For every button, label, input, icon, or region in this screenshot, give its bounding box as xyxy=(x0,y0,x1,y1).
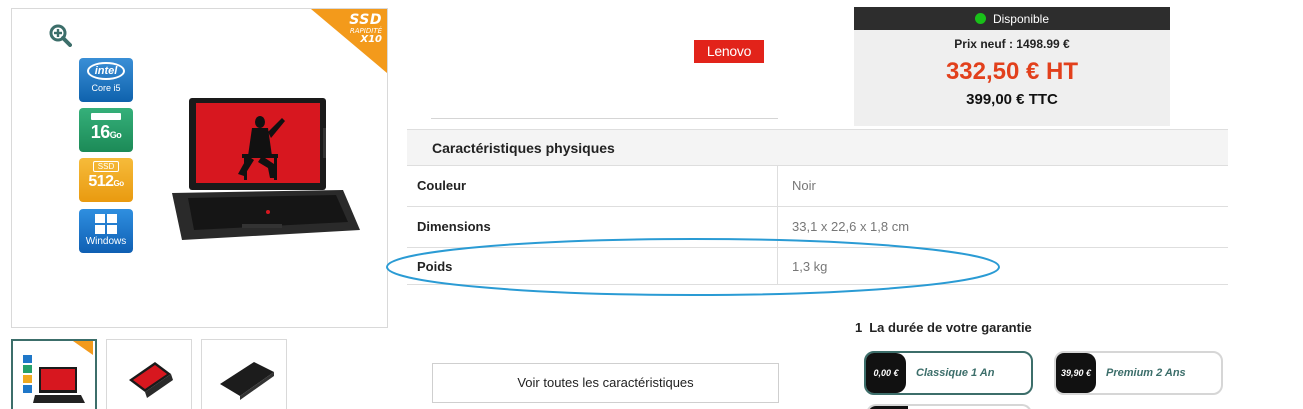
warranty-title-label: La durée de votre garantie xyxy=(869,320,1032,335)
ssd-speed-banner: SSD RAPIDITÉ X10 xyxy=(311,9,387,73)
ram-value: 16 xyxy=(90,122,111,142)
warranty-price: 0,00 € xyxy=(866,353,906,393)
spec-value: 33,1 x 22,6 x 1,8 cm xyxy=(792,219,910,234)
warranty-title: 1 La durée de votre garantie xyxy=(855,320,1032,335)
status-dot-icon xyxy=(974,13,986,24)
brand-logo[interactable]: Lenovo xyxy=(694,40,764,63)
divider xyxy=(431,118,778,119)
spec-key: Couleur xyxy=(417,178,467,193)
spec-row: Poids 1,3 kg xyxy=(407,248,1228,285)
availability-status: Disponible xyxy=(992,11,1050,26)
price-ttc: 399,00 € TTC xyxy=(966,91,1058,108)
see-all-specs-button[interactable]: Voir toutes les caractéristiques xyxy=(432,363,779,403)
ram-chip-icon xyxy=(91,113,121,120)
warranty-option-premium[interactable]: 39,90 € Premium 2 Ans xyxy=(1054,351,1223,395)
thumbnail-1[interactable] xyxy=(11,339,97,409)
zoom-icon[interactable] xyxy=(48,23,72,47)
ssd-badge: SSD 512Go xyxy=(79,158,133,202)
ram-badge: 16Go xyxy=(79,108,133,152)
price-ht: 332,50 € HT xyxy=(945,58,1079,85)
warranty-option-partial[interactable] xyxy=(866,404,1032,409)
spec-row: Couleur Noir xyxy=(407,166,1228,207)
laptop-image xyxy=(172,98,360,240)
warranty-label: Classique 1 An xyxy=(916,367,995,379)
spec-key: Dimensions xyxy=(417,219,491,234)
spec-value: Noir xyxy=(792,178,816,193)
thumbnail-3[interactable] xyxy=(201,339,287,409)
thumbnail-2[interactable] xyxy=(106,339,192,409)
windows-label: Windows xyxy=(85,236,127,247)
ssd-label: SSD xyxy=(93,161,119,172)
warranty-label: Premium 2 Ans xyxy=(1106,367,1186,379)
windows-badge: Windows xyxy=(79,209,133,253)
ssd-banner-title: SSD xyxy=(349,12,382,28)
price-box: Disponible Prix neuf : 1498.99 € 332,50 … xyxy=(854,7,1170,126)
spec-key: Poids xyxy=(417,259,453,274)
intel-core-badge: intel Core i5 xyxy=(79,58,133,102)
main-product-image[interactable]: SSD RAPIDITÉ X10 intel Core i5 16Go SSD … xyxy=(11,8,388,328)
warranty-price: 39,90 € xyxy=(1056,353,1096,393)
ssd-unit: Go xyxy=(113,179,125,188)
intel-logo: intel xyxy=(86,62,126,80)
ram-unit: Go xyxy=(109,130,122,140)
new-price: Prix neuf : 1498.99 € xyxy=(954,37,1070,51)
warranty-option-classic[interactable]: 0,00 € Classique 1 An xyxy=(864,351,1033,395)
spec-table: Caractéristiques physiques Couleur Noir … xyxy=(407,129,1228,285)
warranty-step-number: 1 xyxy=(855,320,863,335)
cpu-label: Core i5 xyxy=(91,83,121,93)
spec-value: 1,3 kg xyxy=(792,259,828,274)
ssd-value: 512 xyxy=(88,173,114,190)
availability-bar: Disponible xyxy=(854,7,1170,30)
spec-row: Dimensions 33,1 x 22,6 x 1,8 cm xyxy=(407,207,1228,248)
ssd-banner-multiplier: X10 xyxy=(360,34,382,45)
windows-icon xyxy=(95,214,117,234)
spec-section-title: Caractéristiques physiques xyxy=(407,129,1228,166)
